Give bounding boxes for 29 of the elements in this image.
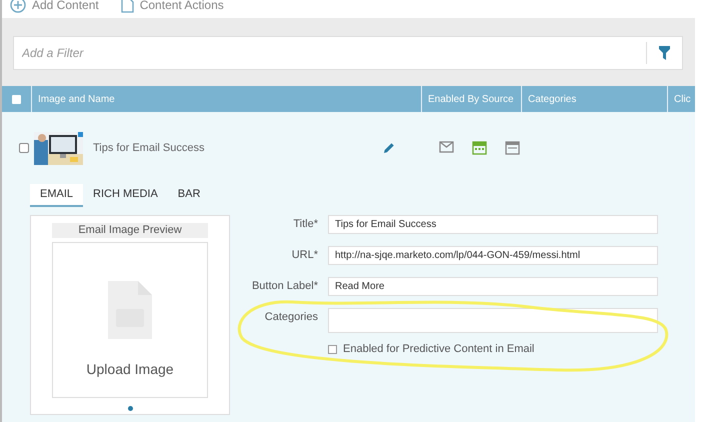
upload-area[interactable]: Upload Image: [52, 242, 208, 398]
tab[interactable]: EMAIL: [30, 184, 84, 207]
content-name: Tips for Email Success: [93, 142, 206, 154]
plus-circle-icon: [10, 0, 26, 13]
window-bar-icon[interactable]: [505, 141, 520, 155]
document-icon: [120, 0, 134, 13]
text-field[interactable]: Read More: [328, 277, 658, 296]
carousel-dot[interactable]: [128, 406, 132, 411]
envelope-icon[interactable]: [439, 141, 454, 153]
text-field[interactable]: Tips for Email Success: [328, 215, 658, 234]
add-content-button[interactable]: Add Content: [10, 0, 99, 13]
row-checkbox[interactable]: [19, 143, 29, 153]
funnel-icon: [659, 46, 670, 60]
checkbox-label: Enabled for Predictive Content in Email: [343, 343, 534, 355]
browser-window-icon[interactable]: [472, 141, 487, 155]
tab[interactable]: BAR: [168, 184, 210, 207]
field-label: URL*: [290, 248, 319, 261]
field-label: Button Label*: [250, 279, 319, 292]
text-field[interactable]: [328, 308, 658, 333]
field-label: Categories: [264, 310, 319, 323]
preview-title: Email Image Preview: [52, 223, 208, 238]
field-label: Title*: [292, 217, 319, 230]
image-file-icon: [108, 281, 152, 339]
content-actions-button[interactable]: Content Actions: [120, 0, 224, 13]
select-all-checkbox[interactable]: [12, 94, 21, 104]
tab[interactable]: RICH MEDIA: [83, 184, 168, 207]
predictive-checkbox[interactable]: [328, 344, 337, 354]
pencil-icon[interactable]: [383, 142, 395, 154]
text-field[interactable]: http://na-sjqe.marketo.com/lp/044-GON-459/messi.html: [328, 246, 658, 265]
